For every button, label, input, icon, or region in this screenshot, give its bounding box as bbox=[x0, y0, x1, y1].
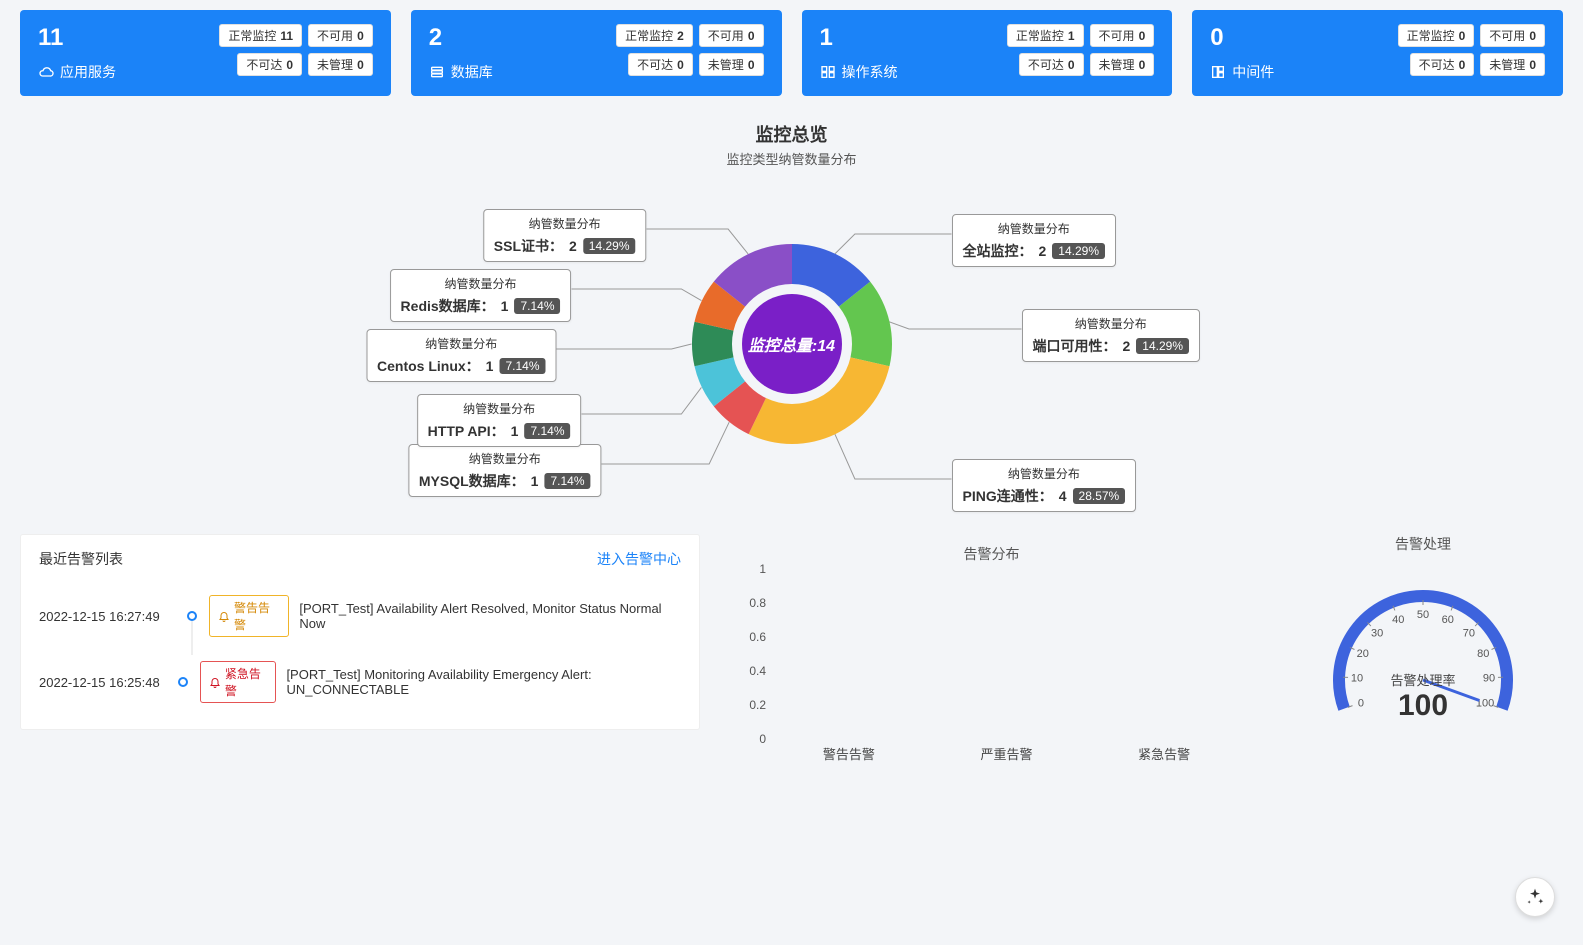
pie-label[interactable]: 纳管数量分布 Redis数据库：17.14% bbox=[390, 269, 572, 322]
status-tag[interactable]: 不可用 0 bbox=[1090, 24, 1155, 47]
y-tick: 0.6 bbox=[740, 630, 766, 644]
status-tag[interactable]: 不可达 0 bbox=[628, 53, 693, 76]
gauge-tick: 40 bbox=[1392, 614, 1404, 626]
alert-message: [PORT_Test] Monitoring Availability Emer… bbox=[286, 667, 681, 697]
alert-level-tag: 紧急告警 bbox=[200, 661, 277, 703]
alert-level-tag: 警告告警 bbox=[209, 595, 289, 637]
y-tick: 1 bbox=[740, 562, 766, 576]
alert-time: 2022-12-15 16:25:48 bbox=[39, 675, 167, 690]
status-tag[interactable]: 未管理 0 bbox=[1090, 53, 1155, 76]
pie-label[interactable]: 纳管数量分布 HTTP API：17.14% bbox=[417, 394, 582, 447]
y-tick: 0.2 bbox=[740, 698, 766, 712]
sparkle-icon bbox=[1525, 887, 1545, 907]
timeline-dot-icon bbox=[178, 677, 188, 687]
card-count: 0 bbox=[1210, 24, 1274, 52]
middleware-icon bbox=[1210, 64, 1226, 80]
gauge-title: 告警处理 bbox=[1283, 534, 1563, 554]
pie-label[interactable]: 纳管数量分布 全站监控：214.29% bbox=[952, 214, 1117, 267]
x-tick: 紧急告警 bbox=[1138, 744, 1190, 763]
gauge-chart[interactable]: 0102030405060708090100 告警处理率 100 bbox=[1313, 560, 1533, 750]
card-os[interactable]: 1 操作系统 正常监控 1 不可用 0 不可达 0 未管理 0 bbox=[802, 10, 1173, 96]
card-name: 中间件 bbox=[1232, 62, 1274, 82]
alerts-link[interactable]: 进入告警中心 bbox=[597, 549, 681, 569]
recent-alerts-panel: 最近告警列表 进入告警中心 2022-12-15 16:27:49 警告告警 [… bbox=[20, 534, 700, 730]
card-name: 操作系统 bbox=[842, 62, 898, 82]
alert-time: 2022-12-15 16:27:49 bbox=[39, 609, 175, 624]
status-tag[interactable]: 正常监控 1 bbox=[1007, 24, 1084, 47]
timeline-dot-icon bbox=[187, 611, 197, 621]
card-name: 数据库 bbox=[451, 62, 493, 82]
donut-chart[interactable]: 监控总量:14 纳管数量分布 全站监控：214.29%纳管数量分布 端口可用性：… bbox=[20, 174, 1563, 514]
alert-row[interactable]: 2022-12-15 16:27:49 警告告警 [PORT_Test] Ava… bbox=[39, 583, 681, 649]
status-tag[interactable]: 正常监控 0 bbox=[1398, 24, 1475, 47]
y-tick: 0.8 bbox=[740, 596, 766, 610]
alert-row[interactable]: 2022-12-15 16:25:48 紧急告警 [PORT_Test] Mon… bbox=[39, 649, 681, 715]
alert-distribution-panel: 告警分布 00.20.40.60.81 警告告警严重告警紧急告警 bbox=[720, 534, 1263, 763]
gauge-tick: 10 bbox=[1351, 673, 1363, 685]
card-tags: 正常监控 11 不可用 0 不可达 0 未管理 0 bbox=[203, 24, 373, 76]
summary-cards: 11 应用服务 正常监控 11 不可用 0 不可达 0 未管理 0 2 数据库 bbox=[20, 10, 1563, 96]
dist-title: 告警分布 bbox=[740, 544, 1243, 564]
pie-label[interactable]: 纳管数量分布 MYSQL数据库：17.14% bbox=[408, 444, 602, 497]
status-tag[interactable]: 不可用 0 bbox=[1480, 24, 1545, 47]
card-count: 11 bbox=[38, 24, 116, 52]
alerts-title: 最近告警列表 bbox=[39, 549, 123, 569]
overview-section: 监控总览 监控类型纳管数量分布 监控总量:14 纳管数量分布 全站监控：214.… bbox=[20, 111, 1563, 534]
database-icon bbox=[429, 64, 445, 80]
overview-title: 监控总览 bbox=[20, 121, 1563, 147]
status-tag[interactable]: 不可用 0 bbox=[699, 24, 764, 47]
bell-icon bbox=[209, 676, 221, 688]
y-tick: 0.4 bbox=[740, 664, 766, 678]
gauge-panel: 告警处理 0102030405060708090100 告警处理率 100 bbox=[1283, 534, 1563, 750]
pie-label[interactable]: 纳管数量分布 端口可用性：214.29% bbox=[1022, 309, 1201, 362]
pie-label[interactable]: 纳管数量分布 SSL证书：214.29% bbox=[483, 209, 647, 262]
gauge-label: 告警处理率 bbox=[1390, 670, 1455, 689]
status-tag[interactable]: 正常监控 11 bbox=[219, 24, 302, 47]
status-tag[interactable]: 未管理 0 bbox=[699, 53, 764, 76]
gauge-tick: 60 bbox=[1442, 614, 1454, 626]
gauge-tick: 30 bbox=[1371, 628, 1383, 640]
card-count: 1 bbox=[820, 24, 898, 52]
x-tick: 严重告警 bbox=[980, 744, 1032, 763]
assistant-fab[interactable] bbox=[1515, 877, 1555, 917]
pie-label[interactable]: 纳管数量分布 Centos Linux：17.14% bbox=[366, 329, 557, 382]
pie-label[interactable]: 纳管数量分布 PING连通性：428.57% bbox=[952, 459, 1137, 512]
x-tick: 警告告警 bbox=[823, 744, 875, 763]
status-tag[interactable]: 不可达 0 bbox=[1019, 53, 1084, 76]
gauge-tick: 20 bbox=[1357, 648, 1369, 660]
os-icon bbox=[820, 64, 836, 80]
gauge-tick: 80 bbox=[1477, 648, 1489, 660]
overview-subtitle: 监控类型纳管数量分布 bbox=[20, 149, 1563, 168]
alert-message: [PORT_Test] Availability Alert Resolved,… bbox=[299, 601, 681, 631]
alert-list: 2022-12-15 16:27:49 警告告警 [PORT_Test] Ava… bbox=[39, 583, 681, 715]
status-tag[interactable]: 未管理 0 bbox=[308, 53, 373, 76]
status-tag[interactable]: 正常监控 2 bbox=[616, 24, 693, 47]
dist-chart[interactable]: 00.20.40.60.81 bbox=[770, 570, 1243, 740]
card-count: 2 bbox=[429, 24, 493, 52]
card-database[interactable]: 2 数据库 正常监控 2 不可用 0 不可达 0 未管理 0 bbox=[411, 10, 782, 96]
gauge-tick: 70 bbox=[1463, 628, 1475, 640]
cloud-icon bbox=[38, 64, 54, 80]
status-tag[interactable]: 不可达 0 bbox=[237, 53, 302, 76]
status-tag[interactable]: 不可达 0 bbox=[1410, 53, 1475, 76]
card-middleware[interactable]: 0 中间件 正常监控 0 不可用 0 不可达 0 未管理 0 bbox=[1192, 10, 1563, 96]
gauge-tick: 90 bbox=[1483, 673, 1495, 685]
y-tick: 0 bbox=[740, 732, 766, 746]
gauge-tick: 0 bbox=[1358, 698, 1364, 710]
card-name: 应用服务 bbox=[60, 62, 116, 82]
status-tag[interactable]: 未管理 0 bbox=[1480, 53, 1545, 76]
gauge-tick: 50 bbox=[1417, 609, 1429, 621]
bell-icon bbox=[218, 610, 230, 622]
card-app-services[interactable]: 11 应用服务 正常监控 11 不可用 0 不可达 0 未管理 0 bbox=[20, 10, 391, 96]
status-tag[interactable]: 不可用 0 bbox=[308, 24, 373, 47]
gauge-value: 100 bbox=[1390, 689, 1455, 723]
